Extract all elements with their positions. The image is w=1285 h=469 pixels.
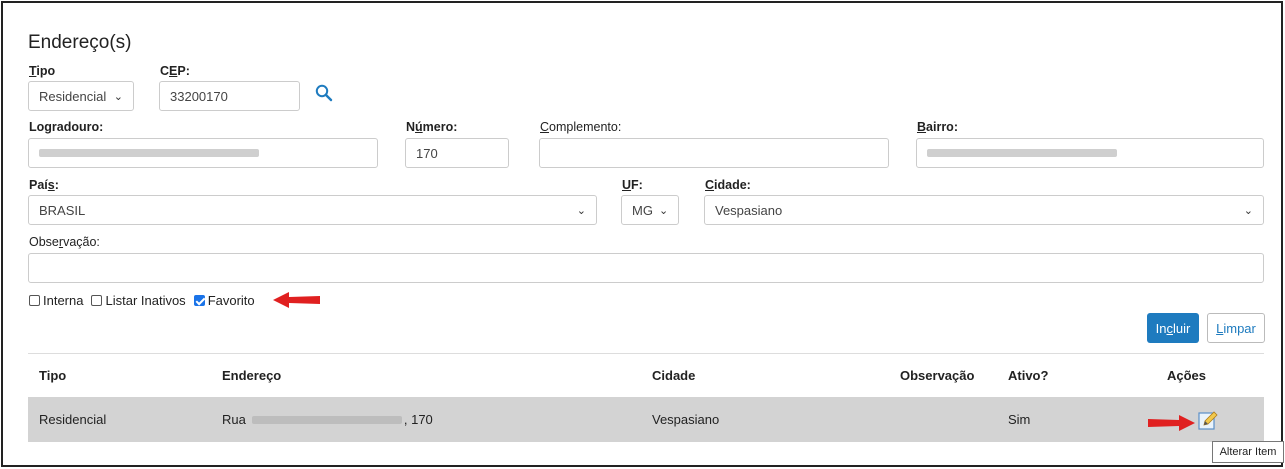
observacao-label: Observação:: [29, 235, 100, 249]
uf-label: UF:: [622, 178, 643, 192]
redacted-text: [251, 415, 402, 424]
col-header-endereco: Endereço: [222, 368, 282, 383]
redacted-text: [927, 149, 1117, 157]
complemento-input[interactable]: [539, 138, 889, 168]
checkbox-listar-inativos[interactable]: Listar Inativos: [91, 293, 186, 308]
checkbox-interna[interactable]: Interna: [29, 293, 83, 308]
checkbox-favorito[interactable]: Favorito: [193, 293, 255, 308]
cep-label: CEP:: [160, 64, 190, 78]
logradouro-label: Logradouro:: [29, 120, 104, 134]
incluir-button[interactable]: In c luir: [1147, 313, 1199, 343]
col-header-acoes: Ações: [1167, 368, 1207, 383]
chevron-down-icon: ⌄: [658, 204, 669, 217]
checkbox-box[interactable]: [29, 295, 40, 306]
logradouro-input[interactable]: [28, 138, 378, 168]
col-header-cidade: Cidade: [652, 368, 696, 383]
col-header-ativo: Ativo?: [1008, 368, 1049, 383]
observacao-input[interactable]: [28, 253, 1264, 283]
table-divider: [28, 353, 1264, 354]
numero-input[interactable]: 170: [405, 138, 509, 168]
pais-select[interactable]: BRASIL ⌄: [28, 195, 597, 225]
cell-endereco: Rua , 170: [222, 412, 433, 427]
section-title: Endereço(s): [28, 32, 132, 53]
cep-input[interactable]: 33200170: [159, 81, 300, 111]
limpar-button[interactable]: Limpar: [1207, 313, 1265, 343]
cell-ativo: Sim: [1008, 412, 1031, 427]
cell-cidade: Vespasiano: [652, 412, 720, 427]
uf-select[interactable]: MG ⌄: [621, 195, 679, 225]
table-row[interactable]: [28, 397, 1264, 442]
chevron-down-icon: ⌄: [113, 90, 123, 103]
checkbox-box-checked[interactable]: [193, 295, 205, 306]
search-icon[interactable]: [315, 84, 333, 102]
bairro-label: Bairro:: [917, 120, 958, 134]
numero-label: Número:: [406, 120, 458, 134]
chevron-down-icon: ⌄: [576, 204, 586, 217]
cidade-select[interactable]: Vespasiano ⌄: [704, 195, 1264, 225]
complemento-label: Complemento:: [540, 120, 622, 134]
tipo-label: Tipo: [29, 64, 56, 78]
col-header-observacao: Observação: [900, 368, 975, 383]
redacted-text: [39, 149, 259, 157]
bairro-input[interactable]: [916, 138, 1264, 168]
edit-icon[interactable]: [1198, 410, 1218, 430]
annotation-arrow-right-icon: [1148, 415, 1195, 431]
options-checkboxes: Interna Listar Inativos Favorito: [29, 293, 263, 308]
col-header-tipo: Tipo: [39, 368, 67, 383]
tipo-select[interactable]: Residencial ⌄: [28, 81, 134, 111]
checkbox-box[interactable]: [91, 295, 103, 306]
pais-label: País:: [29, 178, 59, 192]
tooltip: Alterar Item: [1212, 441, 1284, 463]
cell-tipo: Residencial: [39, 412, 107, 427]
cidade-label: Cidade:: [705, 178, 751, 192]
chevron-down-icon: ⌄: [1243, 204, 1253, 217]
annotation-arrow-left-icon: [273, 292, 320, 308]
